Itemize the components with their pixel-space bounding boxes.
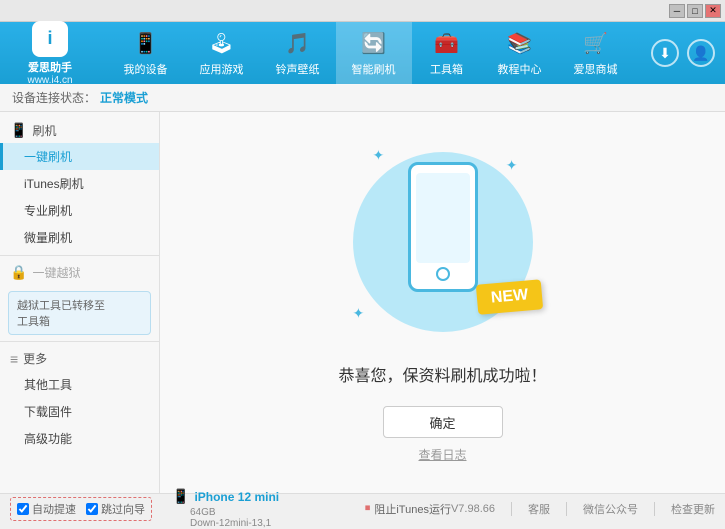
flash-section-label: 刷机 [32,122,56,139]
close-button[interactable]: ✕ [705,4,721,18]
nav-store[interactable]: 🛒 爱思商城 [558,22,634,85]
status-value: 正常模式 [100,89,148,106]
customer-service-link[interactable]: 客服 [528,501,550,517]
success-text: 恭喜您，保资料刷机成功啦！ [338,362,546,386]
tutorials-icon: 📚 [506,30,534,58]
more-section-icon: ≡ [10,351,18,367]
toolbox-icon: 🧰 [433,30,461,58]
device-name: iPhone 12 mini [194,490,279,504]
nav-toolbox-label: 工具箱 [430,61,463,77]
log-link[interactable]: 查看日志 [418,446,466,463]
window-controls[interactable]: ─ □ ✕ [669,4,721,18]
minimize-button[interactable]: ─ [669,4,685,18]
sep-3 [654,502,655,516]
phone-illustration: ✦ ✦ ✦ NEW [343,142,543,342]
sidebar-micro-flash[interactable]: 微量刷机 [0,224,159,251]
store-icon: 🛒 [582,30,610,58]
device-row: 📱 iPhone 12 mini [172,488,279,505]
checkbox-group: 自动提速 跳过向导 [10,497,152,521]
nav-tutorials[interactable]: 📚 教程中心 [482,22,558,85]
main-layout: 📱 刷机 一键刷机 iTunes刷机 专业刷机 微量刷机 🔒 一键越狱 越狱工具… [0,112,725,493]
auto-send-input[interactable] [17,503,29,515]
status-bar: 设备连接状态： 正常模式 [0,84,725,112]
title-bar: ─ □ ✕ [0,0,725,22]
ringtones-icon: 🎵 [284,30,312,58]
nav-ringtones-label: 铃声壁纸 [276,61,320,77]
skip-wizard-label: 跳过向导 [101,501,145,517]
bottom-right: V7.98.66 客服 微信公众号 检查更新 [451,501,715,517]
logo-icon: i [32,21,68,57]
skip-wizard-input[interactable] [86,503,98,515]
phone-device [408,162,478,292]
sparkle-2: ✦ [373,147,385,164]
auto-send-checkbox[interactable]: 自动提速 [17,501,76,517]
download-button[interactable]: ⬇ [651,39,679,67]
logo-url: www.i4.cn [27,75,72,86]
user-button[interactable]: 👤 [687,39,715,67]
header-right: ⬇ 👤 [651,39,715,67]
auto-send-label: 自动提速 [32,501,76,517]
nav-smart-flash[interactable]: 🔄 智能刷机 [336,22,412,85]
jailbreak-section-header: 🔒 一键越狱 [0,260,159,285]
more-section-label: 更多 [23,350,47,367]
maximize-button[interactable]: □ [687,4,703,18]
jailbreak-info: 越狱工具已转移至工具箱 [8,291,151,335]
sidebar-advanced[interactable]: 高级功能 [0,425,159,452]
nav-my-device[interactable]: 📱 我的设备 [108,22,184,85]
apps-games-icon: 🕹 [208,30,236,58]
sidebar-other-tools[interactable]: 其他工具 [0,371,159,398]
sep-2 [566,502,567,516]
sparkle-3: ✦ [353,305,365,322]
sparkle-1: ✦ [506,157,518,174]
device-storage: 64GB [172,507,279,518]
bottom-bar: 自动提速 跳过向导 📱 iPhone 12 mini 64GB Down-12m… [0,493,725,523]
sidebar-itunes-flash[interactable]: iTunes刷机 [0,170,159,197]
sidebar-download-firmware[interactable]: 下载固件 [0,398,159,425]
nav-store-label: 爱思商城 [574,61,618,77]
nav-ringtones[interactable]: 🎵 铃声壁纸 [260,22,336,85]
flash-section-header: 📱 刷机 [0,118,159,143]
sep-1 [511,502,512,516]
device-firmware: Down-12mini-13,1 [172,518,279,529]
smart-flash-icon: 🔄 [360,30,388,58]
nav-apps-games[interactable]: 🕹 应用游戏 [184,22,260,85]
status-label: 设备连接状态： [12,89,96,106]
logo-name: 爱思助手 [28,59,72,75]
check-update-link[interactable]: 检查更新 [671,501,715,517]
logo[interactable]: i 爱思助手 www.i4.cn [10,21,90,86]
jailbreak-label: 一键越狱 [32,264,80,281]
sidebar-pro-flash[interactable]: 专业刷机 [0,197,159,224]
confirm-button[interactable]: 确定 [383,406,503,438]
divider-2 [0,341,159,342]
phone-home-button [436,267,450,281]
phone-screen [416,173,470,263]
itunes-label: 阻止iTunes运行 [374,501,451,517]
nav-tutorials-label: 教程中心 [498,61,542,77]
new-badge: NEW [476,279,544,315]
content-area: ✦ ✦ ✦ NEW 恭喜您，保资料刷机成功啦！ 确定 查看日志 [160,112,725,493]
stop-icon: ⏹ [365,502,371,515]
more-section-header: ≡ 更多 [0,346,159,371]
my-device-icon: 📱 [132,30,160,58]
device-icon: 📱 [172,488,189,505]
nav-toolbox[interactable]: 🧰 工具箱 [412,22,482,85]
nav-apps-games-label: 应用游戏 [200,61,244,77]
nav-bar: 📱 我的设备 🕹 应用游戏 🎵 铃声壁纸 🔄 智能刷机 🧰 工具箱 📚 教程中心… [90,22,651,85]
nav-my-device-label: 我的设备 [124,61,168,77]
header: i 爱思助手 www.i4.cn 📱 我的设备 🕹 应用游戏 🎵 铃声壁纸 🔄 … [0,22,725,84]
sidebar-one-click-flash[interactable]: 一键刷机 [0,143,159,170]
itunes-status: ⏹ 阻止iTunes运行 [365,501,451,517]
flash-section-icon: 📱 [10,122,27,139]
divider-1 [0,255,159,256]
sidebar: 📱 刷机 一键刷机 iTunes刷机 专业刷机 微量刷机 🔒 一键越狱 越狱工具… [0,112,160,493]
nav-smart-flash-label: 智能刷机 [352,61,396,77]
version-text: V7.98.66 [451,503,495,515]
jailbreak-icon: 🔒 [10,264,27,281]
wechat-link[interactable]: 微信公众号 [583,501,638,517]
skip-wizard-checkbox[interactable]: 跳过向导 [86,501,145,517]
